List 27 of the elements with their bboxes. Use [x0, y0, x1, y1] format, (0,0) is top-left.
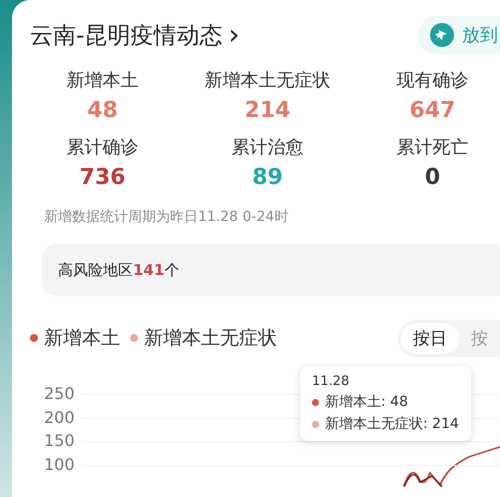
- stat-value: 48: [87, 98, 118, 123]
- period-tab[interactable]: 按日: [401, 322, 459, 354]
- y-axis-label: 250: [44, 383, 75, 405]
- tooltip-value: 新增本土: 48: [325, 393, 408, 411]
- stat-label: 累计治愈: [232, 136, 304, 159]
- y-axis-label: 200: [44, 406, 75, 428]
- stat-label: 新增本土无症状: [204, 69, 330, 92]
- stat-label: 现有确诊: [396, 69, 468, 92]
- risk-area-row[interactable]: 高风险地区141个: [42, 244, 500, 296]
- page-title[interactable]: 云南-昆明疫情动态: [30, 20, 222, 50]
- tooltip-value: 新增本土无症状: 214: [325, 415, 459, 433]
- stat-value: 647: [410, 98, 456, 123]
- stat-value: 214: [244, 98, 290, 123]
- stat-value: 89: [252, 165, 283, 190]
- pin-icon: [430, 23, 454, 47]
- stat-value: 0: [424, 165, 440, 190]
- stat-label: 新增本土: [66, 69, 138, 92]
- stat-value: 736: [80, 165, 126, 190]
- legend-label: 新增本土无症状: [144, 326, 277, 351]
- note-text: 新增数据统计周期为昨日11.28 0-24时: [44, 208, 290, 226]
- legend-label: 新增本土: [44, 326, 120, 351]
- y-axis-label: 150: [44, 430, 75, 452]
- y-axis-label: 100: [44, 454, 75, 476]
- stat-label: 累计确诊: [66, 136, 138, 159]
- tooltip-date: 11.28: [312, 374, 350, 389]
- stat-label: 累计死亡: [396, 136, 468, 159]
- chevron-icon[interactable]: ›: [228, 21, 240, 49]
